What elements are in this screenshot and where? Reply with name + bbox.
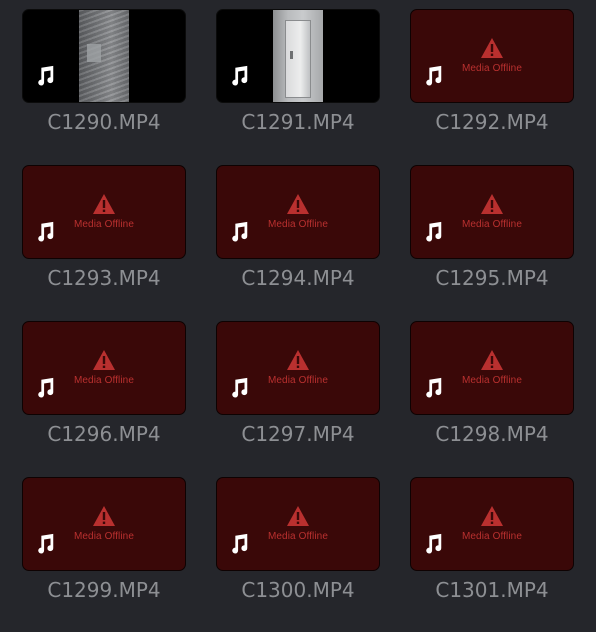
warning-icon [287,506,309,526]
music-note-icon [232,377,248,398]
clip-thumbnail[interactable]: Media Offline C1300.MP4 [216,477,380,617]
clip-name: C1290.MP4 [47,110,161,134]
music-note-icon [232,65,248,86]
offline-thumbnail: Media Offline [22,321,186,415]
warning-icon [93,194,115,214]
clip-thumbnail[interactable]: Media Offline C1297.MP4 [216,321,380,461]
clip-thumbnail[interactable]: C1291.MP4 [216,9,380,149]
music-note-icon [426,65,442,86]
music-note-icon [232,221,248,242]
clip-name: C1294.MP4 [241,266,355,290]
clip-name: C1300.MP4 [241,578,355,602]
warning-icon [481,38,503,58]
video-frame-image [273,10,323,102]
offline-thumbnail: Media Offline [410,165,574,259]
clip-name: C1297.MP4 [241,422,355,446]
offline-thumbnail: Media Offline [22,165,186,259]
video-thumbnail [216,9,380,103]
clip-name: C1292.MP4 [435,110,549,134]
clip-thumbnail[interactable]: Media Offline C1292.MP4 [410,9,574,149]
offline-thumbnail: Media Offline [410,321,574,415]
clip-thumbnail[interactable]: Media Offline C1301.MP4 [410,477,574,617]
warning-icon [481,194,503,214]
clip-thumbnail[interactable]: Media Offline C1293.MP4 [22,165,186,305]
clip-thumbnail[interactable]: Media Offline C1296.MP4 [22,321,186,461]
music-note-icon [426,377,442,398]
warning-icon [287,194,309,214]
warning-icon [287,350,309,370]
clip-thumbnail[interactable]: Media Offline C1294.MP4 [216,165,380,305]
clip-name: C1301.MP4 [435,578,549,602]
clip-thumbnail[interactable]: Media Offline C1299.MP4 [22,477,186,617]
music-note-icon [38,221,54,242]
clip-thumbnail[interactable]: Media Offline C1295.MP4 [410,165,574,305]
clip-thumbnail[interactable]: Media Offline C1298.MP4 [410,321,574,461]
clip-name: C1295.MP4 [435,266,549,290]
offline-thumbnail: Media Offline [216,165,380,259]
offline-thumbnail: Media Offline [216,477,380,571]
clip-name: C1293.MP4 [47,266,161,290]
music-note-icon [38,65,54,86]
music-note-icon [38,377,54,398]
warning-icon [481,506,503,526]
music-note-icon [426,533,442,554]
clip-name: C1298.MP4 [435,422,549,446]
warning-icon [93,350,115,370]
clip-name: C1299.MP4 [47,578,161,602]
media-pool-grid: C1290.MP4 C1291.MP4 Media Offline C1292.… [0,0,596,632]
offline-thumbnail: Media Offline [22,477,186,571]
video-thumbnail [22,9,186,103]
video-frame-image [79,10,129,102]
offline-thumbnail: Media Offline [410,477,574,571]
clip-thumbnail[interactable]: C1290.MP4 [22,9,186,149]
music-note-icon [38,533,54,554]
offline-thumbnail: Media Offline [410,9,574,103]
warning-icon [481,350,503,370]
offline-thumbnail: Media Offline [216,321,380,415]
music-note-icon [232,533,248,554]
music-note-icon [426,221,442,242]
warning-icon [93,506,115,526]
clip-name: C1291.MP4 [241,110,355,134]
clip-name: C1296.MP4 [47,422,161,446]
